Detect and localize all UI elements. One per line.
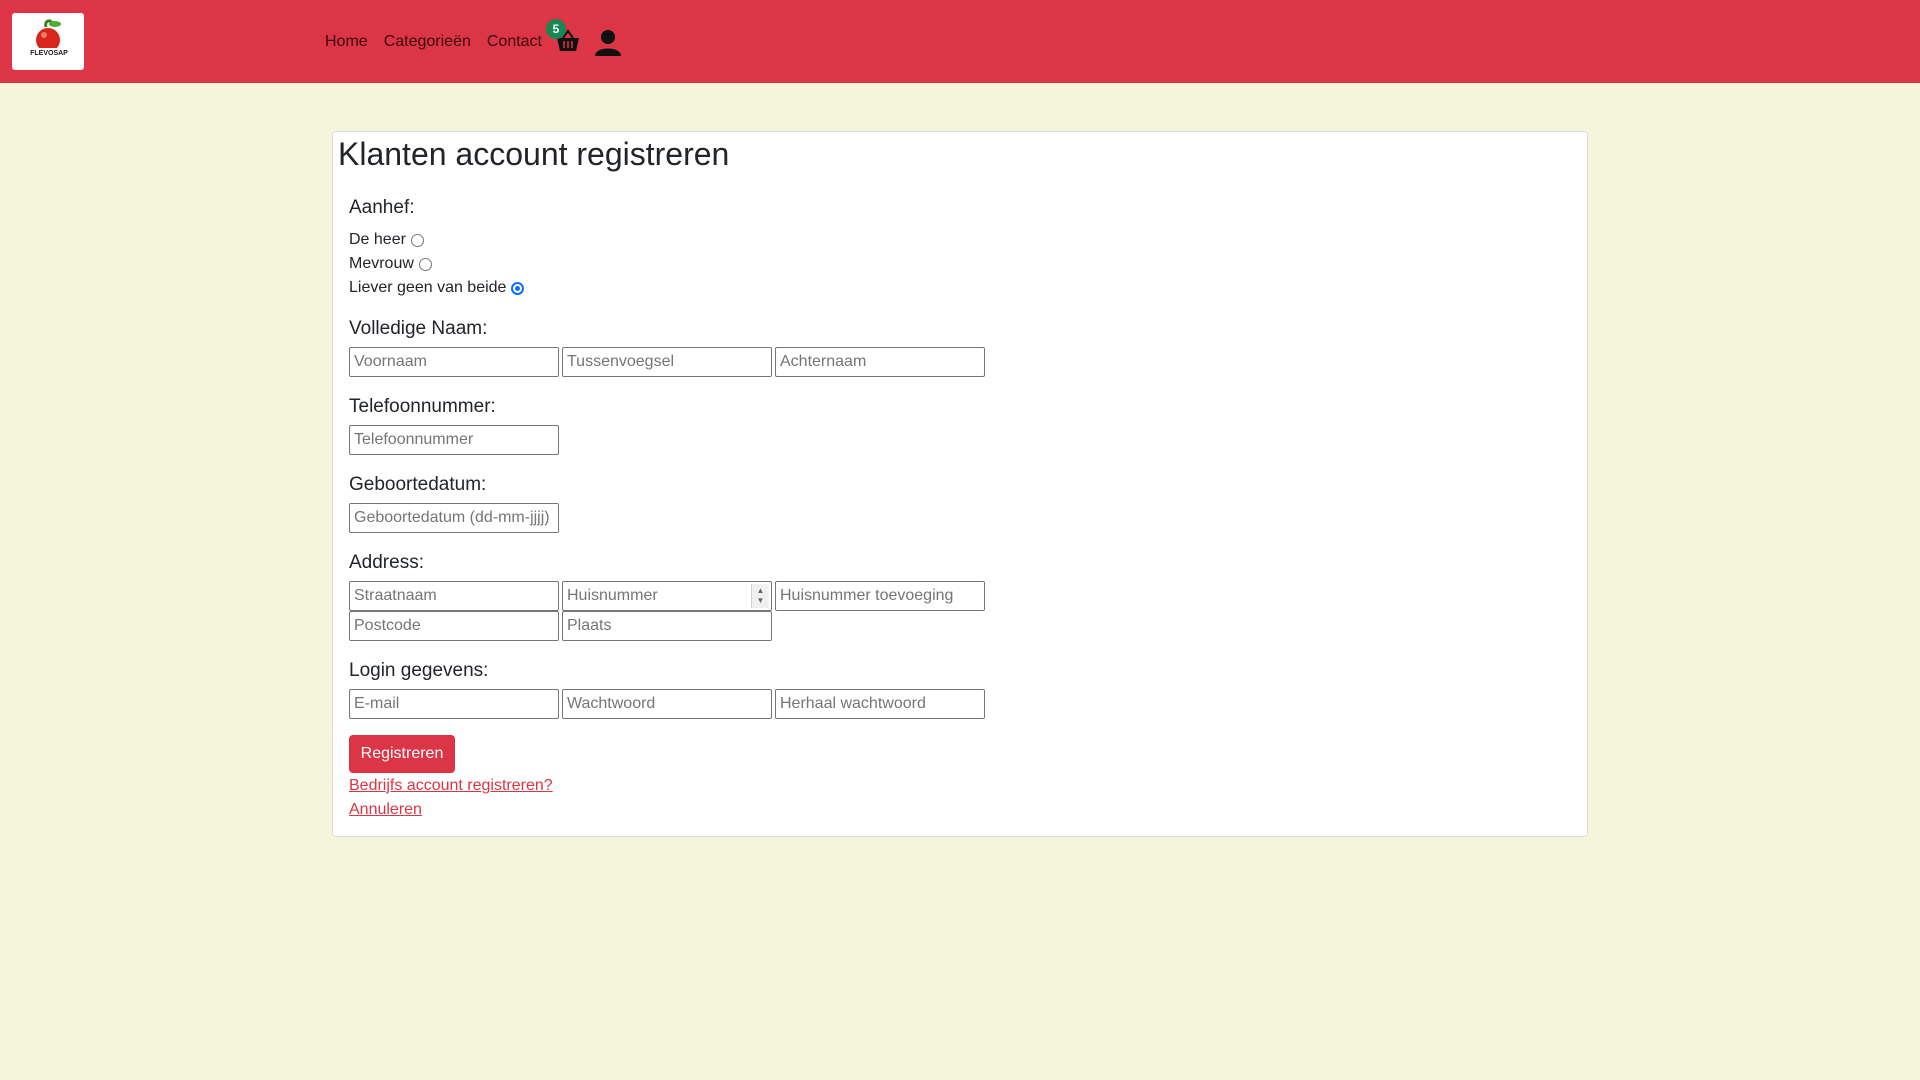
business-account-link[interactable]: Bedrijfs account registreren? [349,776,553,796]
salutation-option-madam[interactable]: Mevrouw [349,254,432,274]
svg-text:FLEVOSAP: FLEVOSAP [30,50,68,57]
birthdate-label: Geboortedatum: [349,474,487,495]
salutation-label: Aanhef: [349,197,415,218]
salutation-option-sir[interactable]: De heer [349,230,424,250]
nav-links: Home Categorieën Contact [325,0,558,83]
radio-button[interactable] [418,257,432,271]
user-icon[interactable] [595,29,621,56]
number-spinner[interactable]: ▲ ▼ [751,584,769,608]
page-title: Klanten account registreren [338,136,730,172]
first-name-input[interactable] [349,347,559,377]
salutation-option-label: De heer [349,231,406,248]
house-number-input[interactable] [562,581,772,611]
logo-image: FLEVOSAP [30,19,68,57]
middle-name-input[interactable] [562,347,772,377]
salutation-option-label: Mevrouw [349,255,414,272]
register-button[interactable]: Registreren [349,735,455,773]
password-input[interactable] [562,689,772,719]
spinner-down-icon[interactable]: ▼ [757,596,765,606]
nav-link-home[interactable]: Home [325,33,368,51]
logo[interactable]: FLEVOSAP [12,13,84,70]
city-input[interactable] [562,611,772,641]
postcode-input[interactable] [349,611,559,641]
birthdate-input[interactable] [349,503,559,533]
nav-link-contact[interactable]: Contact [487,33,542,51]
house-number-addition-input[interactable] [775,581,985,611]
full-name-label: Volledige Naam: [349,318,488,339]
last-name-input[interactable] [775,347,985,377]
salutation-option-label: Liever geen van beide [349,279,507,296]
address-label: Address: [349,552,424,573]
cancel-link[interactable]: Annuleren [349,800,422,820]
registration-card: Klanten account registreren Aanhef: De h… [332,131,1588,837]
salutation-option-neither[interactable]: Liever geen van beide [349,278,525,298]
spinner-up-icon[interactable]: ▲ [757,586,765,596]
phone-label: Telefoonnummer: [349,396,496,417]
cart-count-badge: 5 [546,19,566,39]
login-label: Login gegevens: [349,660,489,681]
street-input[interactable] [349,581,559,611]
radio-button[interactable] [410,233,424,247]
phone-input[interactable] [349,425,559,455]
navbar: FLEVOSAP Home Categorieën Contact 5 [0,0,1920,83]
email-input[interactable] [349,689,559,719]
nav-link-categories[interactable]: Categorieën [384,33,471,51]
radio-button-selected[interactable] [511,281,525,295]
repeat-password-input[interactable] [775,689,985,719]
